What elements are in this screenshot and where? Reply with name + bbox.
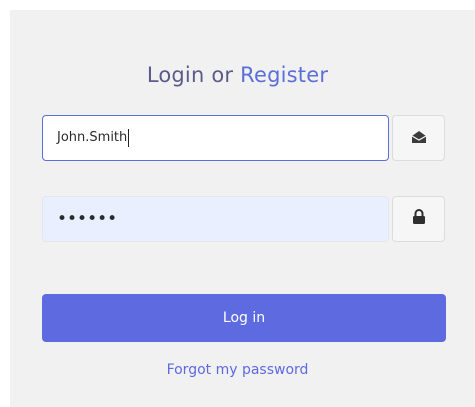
username-input[interactable]: John.Smith [42, 115, 389, 161]
username-value: John.Smith [57, 130, 128, 145]
envelope-open-icon [411, 129, 427, 148]
title-prefix: Login or [146, 63, 234, 87]
password-value: •••••• [57, 209, 118, 229]
login-button[interactable]: Log in [42, 294, 446, 342]
page-title: Login or Register [0, 63, 475, 87]
text-cursor [128, 128, 130, 147]
register-link[interactable]: Register [240, 63, 328, 87]
login-page: Login or Register John.Smith •••••• Log … [0, 0, 475, 407]
password-input[interactable]: •••••• [42, 196, 389, 242]
username-addon [392, 115, 445, 161]
password-addon [392, 196, 445, 242]
lock-icon [412, 209, 426, 229]
forgot-password-link[interactable]: Forgot my password [0, 362, 475, 378]
